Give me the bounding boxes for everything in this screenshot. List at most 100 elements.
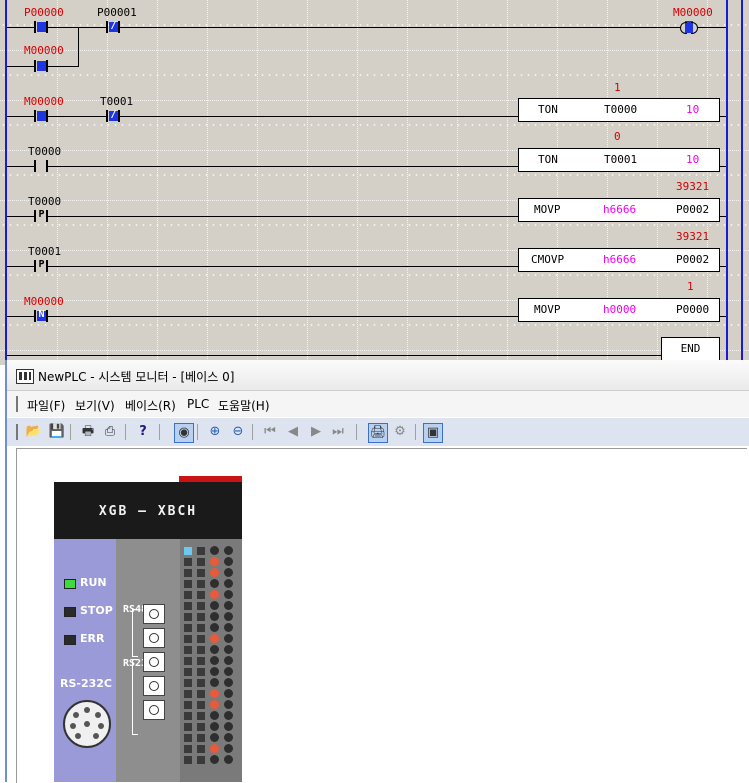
io-led-icon <box>184 569 192 577</box>
menu-grip <box>16 396 18 412</box>
instruction: TON <box>538 153 558 166</box>
io-led-icon <box>197 723 205 731</box>
grid-line <box>207 0 208 365</box>
monitor-value: 39321 <box>676 180 710 193</box>
output-coil[interactable] <box>680 21 698 34</box>
plc-module-xbch[interactable]: XGB — XBCH RUN STOP ERR RS-232C RS485 RS… <box>54 476 246 782</box>
no-contact-energized[interactable] <box>34 21 48 33</box>
io-led-icon <box>184 547 192 555</box>
io-led-icon <box>184 657 192 665</box>
io-icon[interactable]: 🖨 <box>368 423 388 443</box>
toolbar-separator <box>70 424 71 440</box>
first-icon[interactable]: ⏮ <box>261 423 279 441</box>
end-instruction[interactable]: END <box>661 337 720 361</box>
p-glyph: P <box>38 209 45 220</box>
zoom-out-icon[interactable]: ⊖ <box>229 423 247 441</box>
io-led-icon <box>224 645 233 654</box>
system-monitor-window[interactable]: NewPLC - 시스템 모니터 - [베이스 0] 파일(F) 보기(V) 베… <box>5 360 749 783</box>
wire <box>48 27 106 28</box>
function-block[interactable]: TON T0000 10 <box>518 98 720 122</box>
instruction: MOVP <box>534 203 561 216</box>
operand-2: P0002 <box>676 253 710 266</box>
io-led-icon <box>210 689 219 698</box>
nc-contact-energized[interactable]: / <box>106 109 120 122</box>
toolbar-grip <box>16 424 18 440</box>
toolbar-separator <box>252 424 253 440</box>
no-contact-energized[interactable] <box>34 60 48 72</box>
io-led-icon <box>197 701 205 709</box>
wire <box>7 27 34 28</box>
falling-edge-contact[interactable]: N <box>34 309 48 322</box>
io-led-icon <box>184 679 192 687</box>
menu-help[interactable]: 도움말(H) <box>218 397 270 414</box>
open-icon[interactable]: 📂 <box>25 423 43 441</box>
stop-led-icon <box>64 607 76 617</box>
wire <box>78 27 79 67</box>
rising-edge-contact[interactable]: P <box>34 209 48 222</box>
no-contact-energized[interactable] <box>34 110 48 122</box>
terminal-socket-icon <box>143 700 165 720</box>
io-led-icon <box>197 613 205 621</box>
zoom-in-icon[interactable]: ⊕ <box>206 423 224 441</box>
module-icon[interactable]: ▣ <box>423 423 443 443</box>
io-led-icon <box>224 579 233 588</box>
wire <box>48 116 106 117</box>
next-icon[interactable]: ▶ <box>307 423 325 441</box>
bracket <box>132 609 138 657</box>
coil-label: M00000 <box>673 6 713 19</box>
menu-plc[interactable]: PLC <box>187 397 209 411</box>
terminal-socket-icon <box>143 628 165 648</box>
toolbar-separator <box>125 424 126 440</box>
io-led-icon <box>184 602 192 610</box>
operand-1: h0000 <box>603 303 637 316</box>
monitor-icon[interactable]: ◉ <box>174 423 194 443</box>
menu-base[interactable]: 베이스(R) <box>125 397 176 414</box>
wire <box>48 66 78 67</box>
rising-edge-contact[interactable]: P <box>34 259 48 272</box>
io-led-icon <box>224 557 233 566</box>
nc-contact-energized[interactable]: / <box>106 20 120 33</box>
window-title: NewPLC - 시스템 모니터 - [베이스 0] <box>38 370 235 384</box>
function-block[interactable]: MOVP h0000 P0000 <box>518 298 720 322</box>
io-sync-icon[interactable]: ⚙ <box>391 423 409 441</box>
io-led-icon <box>197 558 205 566</box>
grid-line <box>307 0 308 365</box>
wire <box>48 316 518 317</box>
io-led-icon <box>197 624 205 632</box>
run-led-icon <box>64 579 76 589</box>
print-icon[interactable]: 🖶 <box>79 423 97 441</box>
status-panel: RUN STOP ERR RS-232C <box>54 539 116 782</box>
io-led-icon <box>197 646 205 654</box>
function-block[interactable]: MOVP h6666 P0002 <box>518 198 720 222</box>
monitor-value: 1 <box>614 81 621 94</box>
no-contact[interactable] <box>34 160 48 172</box>
io-led-icon <box>210 678 219 687</box>
io-led-icon <box>224 678 233 687</box>
p-glyph: P <box>38 259 45 270</box>
print-preview-icon[interactable]: ⎙ <box>101 423 119 441</box>
save-icon[interactable]: 💾 <box>48 423 66 441</box>
grid-line <box>407 0 408 365</box>
io-led-icon <box>210 568 219 577</box>
base-view[interactable]: XGB — XBCH RUN STOP ERR RS-232C RS485 RS… <box>16 448 747 783</box>
io-led-icon <box>184 558 192 566</box>
io-led-icon <box>224 733 233 742</box>
io-led-icon <box>184 635 192 643</box>
monitor-value: 0 <box>614 130 621 143</box>
title-bar[interactable]: NewPLC - 시스템 모니터 - [베이스 0] <box>7 360 749 391</box>
io-led-icon <box>210 733 219 742</box>
function-block[interactable]: TON T0001 10 <box>518 148 720 172</box>
menu-view[interactable]: 보기(V) <box>75 397 115 414</box>
last-icon[interactable]: ⏭ <box>329 423 347 441</box>
ladder-editor[interactable]: P00000 P00001 M00000 / M00000 1 M00000 T… <box>0 0 749 365</box>
menu-file[interactable]: 파일(F) <box>27 397 65 414</box>
help-icon[interactable]: ? <box>134 423 152 441</box>
io-led-icon <box>224 568 233 577</box>
function-block[interactable]: CMOVP h6666 P0002 <box>518 248 720 272</box>
toolbar: 📂 💾 🖶 ⎙ ? ◉ ⊕ ⊖ ⏮ ◀ ▶ ⏭ 🖨 ⚙ ▣ <box>7 418 749 446</box>
io-led-icon <box>184 613 192 621</box>
io-led-icon <box>224 546 233 555</box>
prev-icon[interactable]: ◀ <box>284 423 302 441</box>
io-led-icon <box>184 624 192 632</box>
io-led-icon <box>197 547 205 555</box>
